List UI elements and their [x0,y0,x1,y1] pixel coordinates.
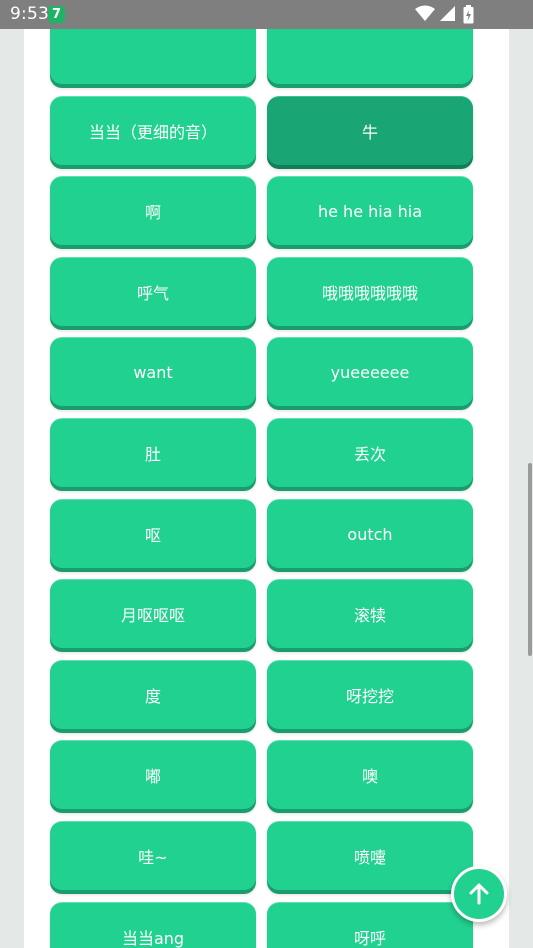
sound-button[interactable]: 度 [50,660,256,729]
sound-button[interactable]: 呀挖挖 [267,660,473,729]
sound-button[interactable]: 肚 [50,418,256,487]
sound-button-label: yueeeeee [330,362,410,382]
sound-button[interactable]: 当当ang [50,902,256,948]
sound-button[interactable]: 丢次 [267,418,473,487]
sound-button-label: 滚犊 [353,606,386,625]
sound-button-label: 当当ang [121,929,185,948]
sound-button-label: 喷嚏 [353,848,386,867]
sound-button-label: 呀呼 [353,929,386,948]
sound-button[interactable]: 滚犊 [267,579,473,648]
sound-button-panel: 当当（更细的音） 牛啊 he he hia hia 呼气 哦哦哦哦哦哦 want yueee… [24,29,509,948]
sound-button[interactable]: 呀呼 [267,902,473,948]
sound-button[interactable]: 啊 [50,176,256,245]
app-notification-badge: 7 [48,6,65,23]
sound-button[interactable]: 哇~ [50,821,256,890]
wifi-icon [415,5,435,21]
sound-button[interactable]: he he hia hia [267,176,473,245]
sound-button[interactable]: 当当（更细的音） [50,96,256,165]
sound-button-label: 噢 [361,767,378,786]
battery-icon [463,5,474,24]
sound-button-label: 肚 [144,445,161,464]
sound-button-label: 哦哦哦哦哦哦 [321,284,418,303]
sound-button[interactable]: 嘟 [50,740,256,809]
sound-button-label: 呀挖挖 [345,687,394,706]
sound-button-label: want [133,362,173,382]
status-time: 9:53 [10,4,49,24]
sound-button-label: 丢次 [353,445,386,464]
sound-button-label: he he hia hia [317,201,422,221]
sound-button-label: 当当（更细的音） [88,123,217,142]
sound-button-label: 呼气 [136,284,169,303]
sound-button-label: 牛 [361,123,378,142]
scroll-to-top-button[interactable] [451,866,507,922]
sound-button[interactable]: 月呕呕呕 [50,579,256,648]
scrollbar[interactable] [528,463,532,656]
sound-button[interactable] [50,29,256,84]
sound-button-label: outch [347,524,393,544]
sound-button-label: 月呕呕呕 [120,606,185,625]
sound-button[interactable] [267,29,473,84]
sound-button-label: 啊 [144,203,161,222]
sound-button[interactable]: 呼气 [50,257,256,326]
sound-button-label: 呕 [144,526,161,545]
sound-button[interactable]: want [50,337,256,406]
status-bar: 9:53 7 [0,0,533,29]
sound-button[interactable]: 呕 [50,499,256,568]
arrow-up-icon [469,883,489,905]
sound-button-label: 度 [144,687,161,706]
sound-button[interactable]: 喷嚏 [267,821,473,890]
status-icons [413,5,503,24]
sound-button[interactable]: outch [267,499,473,568]
sound-button-label: 嘟 [144,767,161,786]
sound-button[interactable]: 噢 [267,740,473,809]
sound-button[interactable]: 牛 [267,96,473,165]
sound-button-label: 哇~ [138,848,168,867]
sound-button[interactable]: 哦哦哦哦哦哦 [267,257,473,326]
sound-button[interactable]: yueeeeee [267,337,473,406]
signal-icon [440,6,455,21]
